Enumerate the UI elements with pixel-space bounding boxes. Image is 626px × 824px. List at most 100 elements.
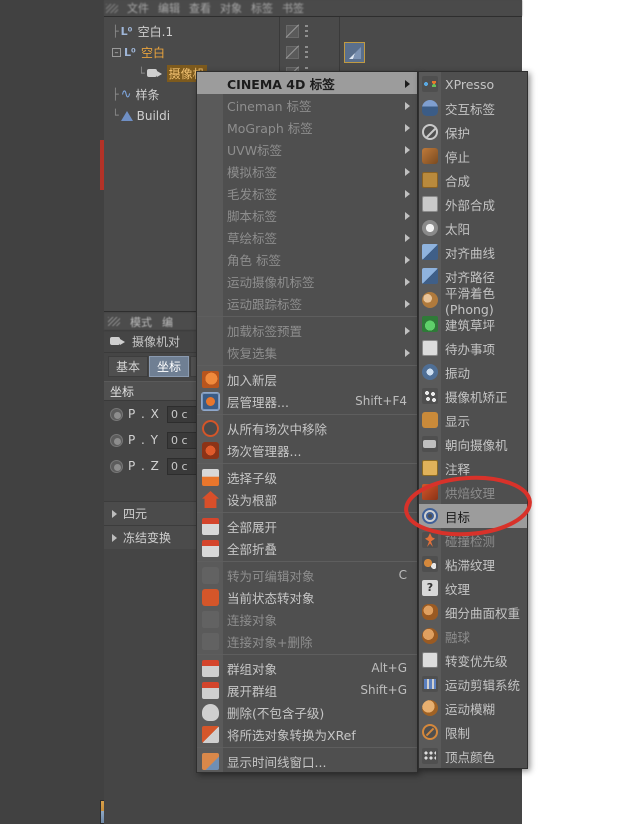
radio-icon[interactable] bbox=[110, 433, 123, 447]
om-menu-objects[interactable]: 对象 bbox=[220, 0, 242, 16]
menu-item-label: 恢复选集 bbox=[227, 345, 278, 361]
submenu-item-todo[interactable]: 待办事项 bbox=[419, 336, 527, 360]
visibility-toggle-icon[interactable] bbox=[286, 46, 299, 59]
menu-item-delete-without-children[interactable]: 删除(不包含子级) bbox=[197, 701, 417, 723]
menu-item-connect-objects[interactable]: 连接对象 bbox=[197, 608, 417, 630]
submenu-item-architectural-grass[interactable]: 建筑草坪 bbox=[419, 312, 527, 336]
tab-coordinates[interactable]: 坐标 bbox=[149, 355, 190, 377]
panel-grip-icon[interactable] bbox=[106, 3, 118, 13]
menu-item-take-manager[interactable]: 场次管理器... bbox=[197, 439, 417, 461]
visibility-toggle-icon[interactable] bbox=[286, 25, 299, 38]
submenu-item-xpresso[interactable]: XPresso bbox=[419, 72, 527, 96]
menu-item-convert-to-xref[interactable]: 将所选对象转换为XRef bbox=[197, 723, 417, 745]
submenu-item-sun[interactable]: 太阳 bbox=[419, 216, 527, 240]
submenu-item-align-to-spline[interactable]: 对齐曲线 bbox=[419, 240, 527, 264]
menu-item-label: 全部折叠 bbox=[227, 541, 278, 557]
submenu-item-label: 振动 bbox=[445, 365, 471, 381]
visibility-row[interactable] bbox=[280, 42, 339, 63]
submenu-item-look-at-camera[interactable]: 朝向摄像机 bbox=[419, 432, 527, 456]
align-to-path-icon bbox=[422, 268, 438, 284]
submenu-item-external-compositing[interactable]: 外部合成 bbox=[419, 192, 527, 216]
submenu-item-vibrate[interactable]: 振动 bbox=[419, 360, 527, 384]
menu-item-simulation-tags[interactable]: 模拟标签 bbox=[197, 160, 417, 182]
menu-item-set-as-root[interactable]: 设为根部 bbox=[197, 488, 417, 510]
menu-item-connect-objects-delete[interactable]: 连接对象+删除 bbox=[197, 630, 417, 652]
submenu-item-annotation[interactable]: 注释 bbox=[419, 456, 527, 480]
menu-item-select-children[interactable]: 选择子级 bbox=[197, 466, 417, 488]
om-menu-file[interactable]: 文件 bbox=[127, 0, 149, 16]
submenu-item-bake-texture[interactable]: 烘焙纹理 bbox=[419, 480, 527, 504]
radio-icon[interactable] bbox=[110, 407, 123, 421]
submenu-item-motion-clip-system[interactable]: 运动剪辑系统 bbox=[419, 672, 527, 696]
coordinate-label: P . Y bbox=[128, 433, 160, 447]
submenu-item-compositing[interactable]: 合成 bbox=[419, 168, 527, 192]
submenu-item-sticky-texture[interactable]: 粘滞纹理 bbox=[419, 552, 527, 576]
menu-item-collapse-all[interactable]: 全部折叠 bbox=[197, 537, 417, 559]
menu-item-ungroup-objects[interactable]: 展开群组 Shift+G bbox=[197, 679, 417, 701]
expander-icon[interactable]: – bbox=[112, 48, 121, 57]
submenu-item-sds-weight[interactable]: 细分曲面权重 bbox=[419, 600, 527, 624]
object-row-null1[interactable]: ├ L⁰ 空白.1 bbox=[104, 21, 279, 42]
om-menu-bookmarks[interactable]: 书签 bbox=[282, 0, 304, 16]
select-children-icon bbox=[202, 469, 219, 486]
submenu-item-metaball[interactable]: 融球 bbox=[419, 624, 527, 648]
menu-item-load-tag-preset[interactable]: 加载标签预置 bbox=[197, 319, 417, 341]
visibility-dots-icon[interactable] bbox=[305, 46, 308, 59]
menu-item-remove-from-all-takes[interactable]: 从所有场次中移除 bbox=[197, 417, 417, 439]
submenu-item-label: XPresso bbox=[445, 76, 495, 92]
menu-item-cineman-tags[interactable]: Cineman 标签 bbox=[197, 94, 417, 116]
submenu-item-priority[interactable]: 转变优先级 bbox=[419, 648, 527, 672]
am-menu-edit[interactable]: 编 bbox=[162, 314, 173, 330]
submenu-item-camera-calibrator[interactable]: 摄像机矫正 bbox=[419, 384, 527, 408]
submenu-item-collision-detection[interactable]: 碰撞检测 bbox=[419, 528, 527, 552]
menu-item-uvw-tags[interactable]: UVW标签 bbox=[197, 138, 417, 160]
menu-item-label: 从所有场次中移除 bbox=[227, 421, 328, 437]
am-menu-mode[interactable]: 模式 bbox=[130, 314, 152, 330]
menu-item-hair-tags[interactable]: 毛发标签 bbox=[197, 182, 417, 204]
menu-item-expand-all[interactable]: 全部展开 bbox=[197, 515, 417, 537]
menu-item-label: 群组对象 bbox=[227, 661, 278, 677]
submenu-item-stop[interactable]: 停止 bbox=[419, 144, 527, 168]
menu-item-sketch-tags[interactable]: 草绘标签 bbox=[197, 226, 417, 248]
null-icon: L⁰ bbox=[124, 46, 136, 59]
om-menu-tags[interactable]: 标签 bbox=[251, 0, 273, 16]
submenu-item-label: 对齐曲线 bbox=[445, 245, 496, 261]
tab-basic[interactable]: 基本 bbox=[108, 355, 149, 377]
menu-item-character-tags[interactable]: 角色 标签 bbox=[197, 248, 417, 270]
protection-tag-icon[interactable] bbox=[344, 42, 365, 63]
menu-item-current-state-to-object[interactable]: 当前状态转对象 bbox=[197, 586, 417, 608]
menu-item-show-timeline[interactable]: 显示时间线窗口... bbox=[197, 750, 417, 772]
menu-item-script-tags[interactable]: 脚本标签 bbox=[197, 204, 417, 226]
menu-item-make-editable[interactable]: 转为可编辑对象 C bbox=[197, 564, 417, 586]
submenu-item-interaction[interactable]: 交互标签 bbox=[419, 96, 527, 120]
submenu-item-protection[interactable]: 保护 bbox=[419, 120, 527, 144]
tag-row-null[interactable] bbox=[340, 42, 522, 63]
panel-grip-icon[interactable] bbox=[108, 317, 120, 326]
submenu-item-display[interactable]: 显示 bbox=[419, 408, 527, 432]
menu-item-layer-manager[interactable]: 层管理器... Shift+F4 bbox=[197, 390, 417, 412]
menu-item-cinema4d-tags[interactable]: CINEMA 4D 标签 bbox=[197, 72, 417, 94]
polygon-icon bbox=[120, 110, 133, 121]
submenu-item-motion-blur[interactable]: 运动模糊 bbox=[419, 696, 527, 720]
om-menu-edit[interactable]: 编辑 bbox=[158, 0, 180, 16]
submenu-item-restriction[interactable]: 限制 bbox=[419, 720, 527, 744]
menu-item-mograph-tags[interactable]: MoGraph 标签 bbox=[197, 116, 417, 138]
menu-item-add-to-new-layer[interactable]: 加入新层 bbox=[197, 368, 417, 390]
menu-item-label: 全部展开 bbox=[227, 519, 278, 535]
radio-icon[interactable] bbox=[110, 459, 123, 473]
object-row-null[interactable]: – L⁰ 空白 bbox=[104, 42, 279, 63]
menu-item-group-objects[interactable]: 群组对象 Alt+G bbox=[197, 657, 417, 679]
submenu-item-vertex-color[interactable]: 顶点颜色 bbox=[419, 744, 527, 768]
null-icon: L⁰ bbox=[120, 25, 133, 38]
context-menu[interactable]: CINEMA 4D 标签 Cineman 标签 MoGraph 标签 UVW标签… bbox=[196, 71, 418, 773]
menu-item-motion-camera-tags[interactable]: 运动摄像机标签 bbox=[197, 270, 417, 292]
submenu-item-target[interactable]: 目标 bbox=[419, 504, 527, 528]
visibility-dots-icon[interactable] bbox=[305, 25, 308, 38]
om-menu-view[interactable]: 查看 bbox=[189, 0, 211, 16]
menu-item-restore-selection[interactable]: 恢复选集 bbox=[197, 341, 417, 363]
menu-item-motion-tracker-tags[interactable]: 运动跟踪标签 bbox=[197, 292, 417, 314]
submenu-item-phong[interactable]: 平滑着色(Phong) bbox=[419, 286, 527, 317]
submenu-cinema4d-tags[interactable]: XPresso 交互标签 保护 停止 合成 外部合成 太阳 对齐曲线 对齐路径 bbox=[418, 71, 528, 769]
submenu-item-texture[interactable]: ? 纹理 bbox=[419, 576, 527, 600]
visibility-row[interactable] bbox=[280, 21, 339, 42]
